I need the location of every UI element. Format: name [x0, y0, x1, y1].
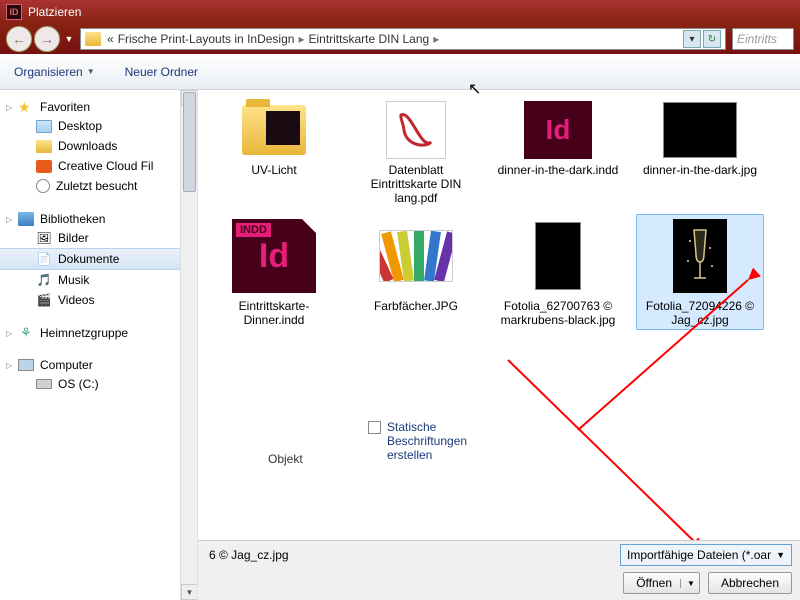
- sidebar-item-musik[interactable]: 🎵Musik: [0, 270, 197, 290]
- image-thumbnail: [379, 230, 453, 282]
- sidebar-group-heimnetz[interactable]: ▷⚘Heimnetzgruppe: [0, 322, 197, 342]
- star-icon: ★: [18, 100, 34, 114]
- pdf-icon: [386, 101, 446, 159]
- navbar: ← → ▼ « Frische Print-Layouts in InDesig…: [0, 24, 800, 54]
- pictures-icon: 🖼: [36, 231, 52, 245]
- video-icon: 🎬: [36, 293, 52, 307]
- folder-icon: [85, 32, 101, 46]
- file-fotolia-1[interactable]: Fotolia_62700763 © markrubens-black.jpg: [494, 214, 622, 330]
- filetype-dropdown[interactable]: Importfähige Dateien (*.oar▼: [620, 544, 792, 566]
- breadcrumb[interactable]: « Frische Print-Layouts in InDesign ▸ Ei…: [80, 28, 726, 50]
- file-dinner-indd[interactable]: Id dinner-in-the-dark.indd: [494, 98, 622, 208]
- scroll-down-arrow[interactable]: ▼: [181, 584, 198, 600]
- folder-icon: [36, 140, 52, 153]
- image-thumbnail: [673, 219, 727, 293]
- creative-cloud-icon: [36, 160, 52, 173]
- computer-icon: [18, 359, 34, 371]
- nav-history-dropdown[interactable]: ▼: [62, 27, 76, 51]
- chevron-down-icon[interactable]: ▼: [680, 579, 695, 588]
- breadcrumb-segment[interactable]: Eintrittskarte DIN Lang: [308, 32, 429, 46]
- cancel-button[interactable]: Abbrechen: [708, 572, 792, 594]
- annotation-arrow: [498, 350, 718, 563]
- static-captions-option[interactable]: Statische Beschriftungen erstellen Objek…: [368, 420, 487, 462]
- sidebar-item-desktop[interactable]: Desktop: [0, 116, 197, 136]
- organize-menu[interactable]: Organisieren ▼: [14, 65, 95, 79]
- chevron-right-icon: ▸: [433, 32, 439, 46]
- objekt-label: Objekt: [268, 452, 303, 466]
- file-uvlicht[interactable]: UV-Licht: [210, 98, 338, 208]
- nav-forward-button[interactable]: →: [34, 26, 60, 52]
- sidebar-item-downloads[interactable]: Downloads: [0, 136, 197, 156]
- sidebar-item-dokumente[interactable]: 📄Dokumente: [0, 248, 197, 270]
- window-title: Platzieren: [28, 5, 81, 19]
- refresh-icon[interactable]: ↻: [703, 30, 721, 48]
- filename-field[interactable]: 6 © Jag_cz.jpg: [206, 548, 292, 562]
- library-icon: [18, 212, 34, 226]
- sidebar-item-bilder[interactable]: 🖼Bilder: [0, 228, 197, 248]
- sidebar-group-computer[interactable]: ▷Computer: [0, 354, 197, 374]
- chevron-down-icon: ▼: [776, 550, 785, 560]
- indd-icon: Id: [524, 101, 592, 159]
- checkbox[interactable]: [368, 421, 381, 434]
- toolbar: Organisieren ▼ Neuer Ordner: [0, 54, 800, 90]
- clock-icon: [36, 179, 50, 193]
- breadcrumb-dropdown[interactable]: ▾: [683, 30, 701, 48]
- image-thumbnail: [535, 222, 581, 290]
- sidebar-group-favoriten[interactable]: ▷★Favoriten: [0, 96, 197, 116]
- sidebar: ▲ ▼ ▷★Favoriten Desktop Downloads Creati…: [0, 90, 198, 600]
- scrollbar[interactable]: ▲ ▼: [180, 90, 197, 600]
- open-button[interactable]: Öffnen▼: [623, 572, 700, 594]
- chevron-right-icon: ▸: [298, 32, 304, 46]
- file-dinner-jpg[interactable]: dinner-in-the-dark.jpg: [636, 98, 764, 208]
- search-input[interactable]: Eintritts: [732, 28, 794, 50]
- homegroup-icon: ⚘: [18, 326, 34, 340]
- breadcrumb-segment[interactable]: Frische Print-Layouts in InDesign: [118, 32, 295, 46]
- sidebar-group-bibliotheken[interactable]: ▷Bibliotheken: [0, 208, 197, 228]
- breadcrumb-prefix: «: [107, 32, 114, 46]
- file-eintrittskarte-indd[interactable]: INDD Id Eintrittskarte-Dinner.indd: [210, 214, 338, 330]
- music-icon: 🎵: [36, 273, 52, 287]
- indesign-icon: ID: [6, 4, 22, 20]
- folder-thumbnail: [242, 105, 306, 155]
- file-farbfaecher[interactable]: Farbfächer.JPG: [352, 214, 480, 330]
- titlebar: ID Platzieren: [0, 0, 800, 24]
- sidebar-item-videos[interactable]: 🎬Videos: [0, 290, 197, 310]
- file-datenblatt[interactable]: Datenblatt Eintrittskarte DIN lang.pdf: [352, 98, 480, 208]
- documents-icon: 📄: [36, 252, 52, 266]
- file-area: UV-Licht Datenblatt Eintrittskarte DIN l…: [198, 90, 800, 600]
- drive-icon: [36, 379, 52, 389]
- indd-icon: INDD Id: [232, 219, 316, 293]
- new-folder-button[interactable]: Neuer Ordner: [125, 65, 198, 79]
- file-fotolia-2[interactable]: Fotolia_72094226 © Jag_cz.jpg: [636, 214, 764, 330]
- dialog-footer: 6 © Jag_cz.jpg Importfähige Dateien (*.o…: [198, 540, 800, 600]
- nav-back-button[interactable]: ←: [6, 26, 32, 52]
- sidebar-item-recent[interactable]: Zuletzt besucht: [0, 176, 197, 196]
- sidebar-item-os-drive[interactable]: OS (C:): [0, 374, 197, 394]
- desktop-icon: [36, 120, 52, 133]
- checkbox-label: Statische Beschriftungen erstellen: [387, 420, 487, 462]
- image-thumbnail: [663, 102, 737, 158]
- sidebar-item-creative-cloud[interactable]: Creative Cloud Fil: [0, 156, 197, 176]
